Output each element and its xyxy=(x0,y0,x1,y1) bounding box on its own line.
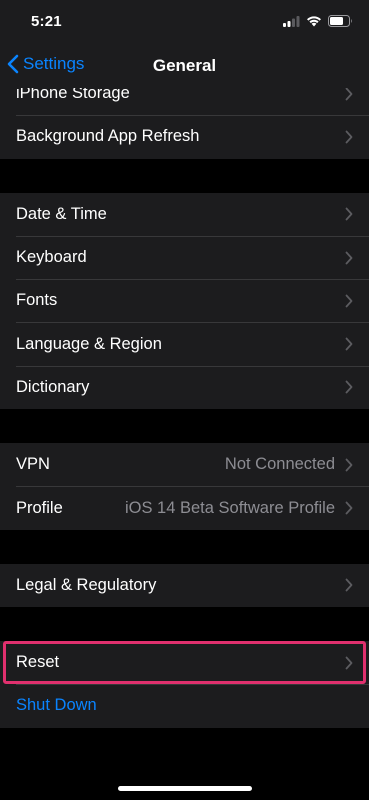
chevron-right-icon xyxy=(345,251,353,264)
chevron-right-icon xyxy=(345,381,353,394)
settings-group-locale: Date & Time Keyboard Fonts Language & Re… xyxy=(0,192,369,410)
row-label: Date & Time xyxy=(16,204,107,223)
row-shut-down[interactable]: Shut Down xyxy=(0,684,369,727)
chevron-right-icon xyxy=(345,501,353,515)
page-title: General xyxy=(152,56,217,75)
row-profile[interactable]: Profile iOS 14 Beta Software Profile xyxy=(0,486,369,529)
settings-group-legal: Legal & Regulatory xyxy=(0,563,369,607)
row-legal-regulatory[interactable]: Legal & Regulatory xyxy=(0,564,369,607)
row-label: Legal & Regulatory xyxy=(16,575,157,594)
profile-value: iOS 14 Beta Software Profile xyxy=(124,498,335,517)
settings-group-network: VPN Not Connected Profile iOS 14 Beta So… xyxy=(0,443,369,530)
row-background-app-refresh[interactable]: Background App Refresh xyxy=(0,115,369,158)
chevron-right-icon xyxy=(345,207,353,221)
wifi-icon xyxy=(307,16,321,27)
chevron-right-icon xyxy=(345,656,353,670)
row-label: VPN xyxy=(16,455,50,474)
row-keyboard[interactable]: Keyboard xyxy=(0,235,369,279)
row-dictionary[interactable]: Dictionary xyxy=(0,365,369,409)
row-vpn[interactable]: VPN Not Connected xyxy=(0,443,369,486)
chevron-right-icon xyxy=(345,337,353,351)
chevron-right-icon xyxy=(345,458,353,472)
vpn-status-value: Not Connected xyxy=(224,455,335,474)
row-label: Fonts xyxy=(16,291,58,310)
chevron-right-icon xyxy=(345,294,353,308)
status-time: 5:21 xyxy=(31,13,62,30)
status-bar: 5:21 xyxy=(0,0,369,44)
row-label: Reset xyxy=(16,653,60,672)
battery-icon xyxy=(328,15,352,27)
home-indicator[interactable] xyxy=(117,786,252,791)
shut-down-button: Shut Down xyxy=(16,696,97,715)
row-reset[interactable]: Reset xyxy=(3,640,366,685)
chevron-right-icon xyxy=(345,87,353,101)
row-language-region[interactable]: Language & Region xyxy=(0,322,369,365)
navigation-bar: Settings General xyxy=(0,44,369,88)
settings-group-reset: Reset Shut Down xyxy=(0,640,369,728)
cellular-signal-icon xyxy=(283,15,300,27)
row-label: Background App Refresh xyxy=(16,127,200,146)
status-icons xyxy=(283,15,353,27)
chevron-right-icon xyxy=(345,130,353,144)
row-label: Language & Region xyxy=(16,334,162,353)
row-label: Keyboard xyxy=(16,248,87,267)
row-label: Dictionary xyxy=(16,377,90,396)
settings-list: iPhone Storage Background App Refresh Da… xyxy=(0,72,369,728)
row-date-time[interactable]: Date & Time xyxy=(0,193,369,236)
row-fonts[interactable]: Fonts xyxy=(0,279,369,322)
chevron-right-icon xyxy=(345,578,353,592)
row-label: Profile xyxy=(16,498,63,517)
